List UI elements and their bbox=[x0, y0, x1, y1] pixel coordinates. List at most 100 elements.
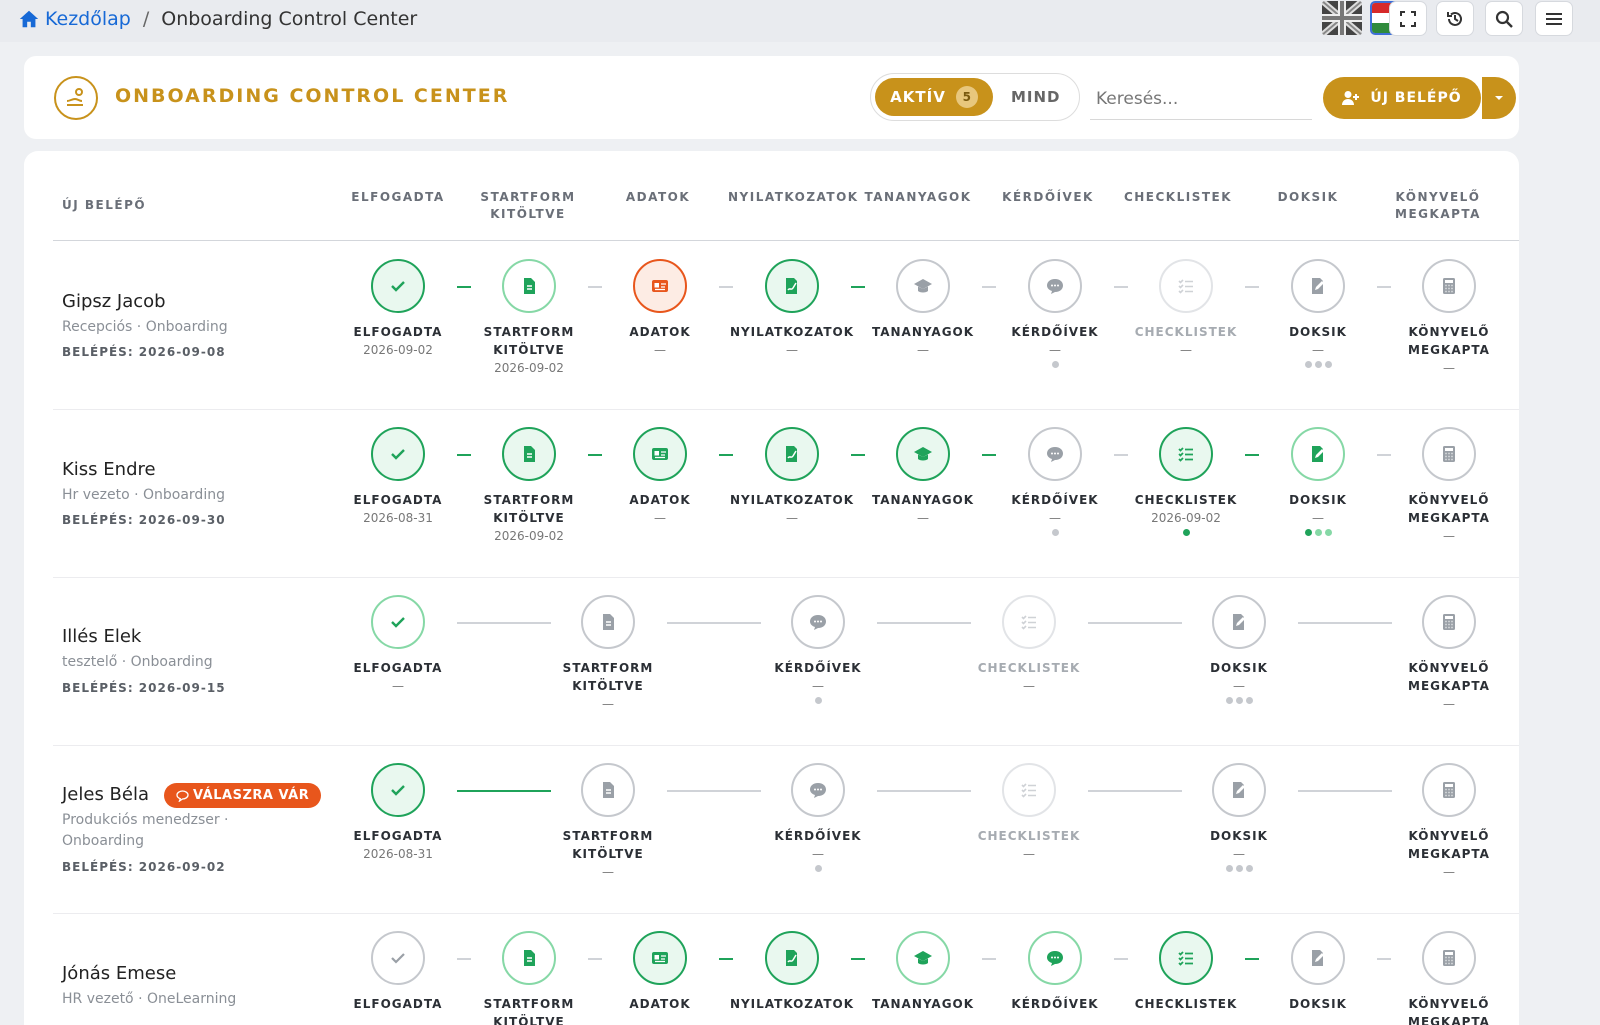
step-accountant[interactable]: KÖNYVELŐ MEGKAPTA bbox=[1384, 931, 1514, 1025]
step-statements[interactable]: NYILATKOZATOK — bbox=[727, 259, 857, 359]
filter-active-label: AKTÍV bbox=[890, 88, 946, 106]
progress-dots bbox=[753, 697, 883, 707]
step-docs[interactable]: DOKSIK bbox=[1253, 931, 1383, 1013]
signature-icon bbox=[786, 950, 797, 966]
filter-all-button[interactable]: MIND bbox=[1011, 88, 1061, 106]
new-entrant-dropdown-button[interactable] bbox=[1482, 77, 1516, 119]
step-connector bbox=[667, 790, 761, 792]
step-docs[interactable]: DOKSIK — bbox=[1174, 763, 1304, 875]
column-header-accountant: KÖNYVELŐ MEGKAPTA bbox=[1395, 190, 1481, 221]
progress-dots bbox=[753, 865, 883, 875]
document-icon bbox=[524, 278, 535, 294]
step-startform[interactable]: STARTFORM KITÖLTVE bbox=[464, 931, 594, 1025]
step-docs[interactable]: DOKSIK — bbox=[1253, 427, 1383, 539]
step-checklists[interactable]: CHECKLISTEK bbox=[1121, 931, 1251, 1013]
entrant-role: Recepciós · Onboarding bbox=[62, 319, 228, 335]
chat-bubble-icon bbox=[810, 615, 826, 630]
step-checklists[interactable]: CHECKLISTEK — bbox=[964, 595, 1094, 695]
step-startform[interactable]: STARTFORM KITÖLTVE 2026-09-02 bbox=[464, 427, 594, 545]
entrant-name[interactable]: Illés Elek bbox=[62, 626, 141, 647]
column-header-checklists: CHECKLISTEK bbox=[1123, 190, 1233, 204]
step-connector bbox=[1088, 622, 1182, 624]
progress-dots bbox=[990, 529, 1120, 539]
id-card-icon bbox=[652, 952, 668, 964]
active-count-badge: 5 bbox=[955, 86, 978, 108]
entrant-name[interactable]: Gipsz Jacob bbox=[62, 291, 166, 312]
filter-active-button[interactable]: AKTÍV 5 bbox=[875, 78, 993, 116]
checklist-icon bbox=[1178, 279, 1193, 294]
step-checklists[interactable]: CHECKLISTEK 2026-09-02 bbox=[1121, 427, 1251, 539]
status-filter-toggle: AKTÍV 5 MIND bbox=[870, 73, 1080, 121]
onboarding-table: ÚJ BELÉPŐ ELFOGADTA STARTFORM KITÖLTVE AD… bbox=[24, 151, 1519, 1025]
step-connector bbox=[1298, 622, 1392, 624]
document-icon bbox=[603, 614, 614, 630]
fullscreen-button[interactable] bbox=[1389, 1, 1427, 36]
step-date: 2026-09-02 bbox=[1151, 511, 1221, 525]
document-icon bbox=[524, 446, 535, 462]
home-icon[interactable] bbox=[18, 8, 40, 30]
step-surveys[interactable]: KÉRDŐÍVEK — bbox=[990, 427, 1120, 539]
header-divider bbox=[53, 240, 1519, 241]
progress-dots bbox=[1174, 865, 1304, 875]
menu-button[interactable] bbox=[1535, 1, 1573, 36]
step-startform[interactable]: STARTFORM KITÖLTVE — bbox=[543, 595, 673, 713]
row-divider bbox=[53, 913, 1519, 914]
signature-icon bbox=[786, 446, 797, 462]
signature-icon bbox=[786, 278, 797, 294]
step-materials[interactable]: TANANYAGOK — bbox=[858, 427, 988, 527]
checklist-icon bbox=[1021, 615, 1036, 630]
column-header-data: ADATOK bbox=[625, 190, 691, 204]
step-accepted[interactable]: ELFOGADTA bbox=[333, 931, 463, 1013]
step-accountant[interactable]: KÖNYVELŐ MEGKAPTA — bbox=[1384, 427, 1514, 545]
awaiting-reply-badge: VÁLASZRA VÁR bbox=[164, 783, 322, 808]
english-flag-icon[interactable] bbox=[1322, 1, 1362, 35]
new-entrant-button[interactable]: ÚJ BELÉPŐ bbox=[1323, 77, 1481, 119]
step-docs[interactable]: DOKSIK — bbox=[1174, 595, 1304, 707]
document-edit-icon bbox=[1312, 950, 1324, 966]
entrant-name[interactable]: Jónás Emese bbox=[62, 963, 176, 984]
step-checklists[interactable]: CHECKLISTEK — bbox=[964, 763, 1094, 863]
add-user-icon bbox=[1342, 91, 1360, 105]
step-accepted[interactable]: ELFOGADTA 2026-09-02 bbox=[333, 259, 463, 359]
step-statements[interactable]: NYILATKOZATOK — bbox=[727, 427, 857, 527]
search-button[interactable] bbox=[1485, 1, 1523, 36]
step-connector bbox=[877, 622, 971, 624]
step-surveys[interactable]: KÉRDŐÍVEK — bbox=[753, 595, 883, 707]
history-button[interactable] bbox=[1436, 1, 1474, 36]
step-checklists[interactable]: CHECKLISTEK — bbox=[1121, 259, 1251, 359]
step-surveys[interactable]: KÉRDŐÍVEK bbox=[990, 931, 1120, 1013]
entrant-name[interactable]: Jeles Béla bbox=[62, 784, 149, 805]
breadcrumb-separator: / bbox=[142, 8, 150, 30]
step-data[interactable]: ADATOK — bbox=[595, 427, 725, 527]
step-startform[interactable]: STARTFORM KITÖLTVE — bbox=[543, 763, 673, 881]
step-accepted[interactable]: ELFOGADTA 2026-08-31 bbox=[333, 427, 463, 527]
step-docs[interactable]: DOKSIK — bbox=[1253, 259, 1383, 371]
calculator-icon bbox=[1443, 446, 1455, 462]
step-accountant[interactable]: KÖNYVELŐ MEGKAPTA — bbox=[1384, 763, 1514, 881]
step-date: 2026-08-31 bbox=[363, 847, 433, 861]
breadcrumb-home-link[interactable]: Kezdőlap bbox=[45, 8, 131, 30]
document-edit-icon bbox=[1233, 782, 1245, 798]
search-input[interactable] bbox=[1090, 78, 1312, 120]
step-data[interactable]: ADATOK bbox=[595, 931, 725, 1013]
step-data[interactable]: ADATOK — bbox=[595, 259, 725, 359]
document-edit-icon bbox=[1312, 446, 1324, 462]
breadcrumb: Kezdőlap / Onboarding Control Center bbox=[18, 8, 417, 30]
onboarding-logo-icon bbox=[54, 76, 98, 120]
step-materials[interactable]: TANANYAGOK — bbox=[858, 259, 988, 359]
step-connector bbox=[457, 622, 551, 624]
step-startform[interactable]: STARTFORM KITÖLTVE 2026-09-02 bbox=[464, 259, 594, 377]
hamburger-menu-icon bbox=[1546, 12, 1562, 25]
new-entrant-label: ÚJ BELÉPŐ bbox=[1370, 90, 1462, 106]
step-accepted[interactable]: ELFOGADTA 2026-08-31 bbox=[333, 763, 463, 863]
step-statements[interactable]: NYILATKOZATOK bbox=[727, 931, 857, 1013]
step-surveys[interactable]: KÉRDŐÍVEK — bbox=[753, 763, 883, 875]
step-accepted[interactable]: ELFOGADTA — bbox=[333, 595, 463, 695]
entrant-name[interactable]: Kiss Endre bbox=[62, 459, 156, 480]
row-divider bbox=[53, 577, 1519, 578]
step-surveys[interactable]: KÉRDŐÍVEK — bbox=[990, 259, 1120, 371]
graduation-cap-icon bbox=[914, 279, 932, 293]
step-accountant[interactable]: KÖNYVELŐ MEGKAPTA — bbox=[1384, 259, 1514, 377]
step-accountant[interactable]: KÖNYVELŐ MEGKAPTA — bbox=[1384, 595, 1514, 713]
step-materials[interactable]: TANANYAGOK bbox=[858, 931, 988, 1013]
